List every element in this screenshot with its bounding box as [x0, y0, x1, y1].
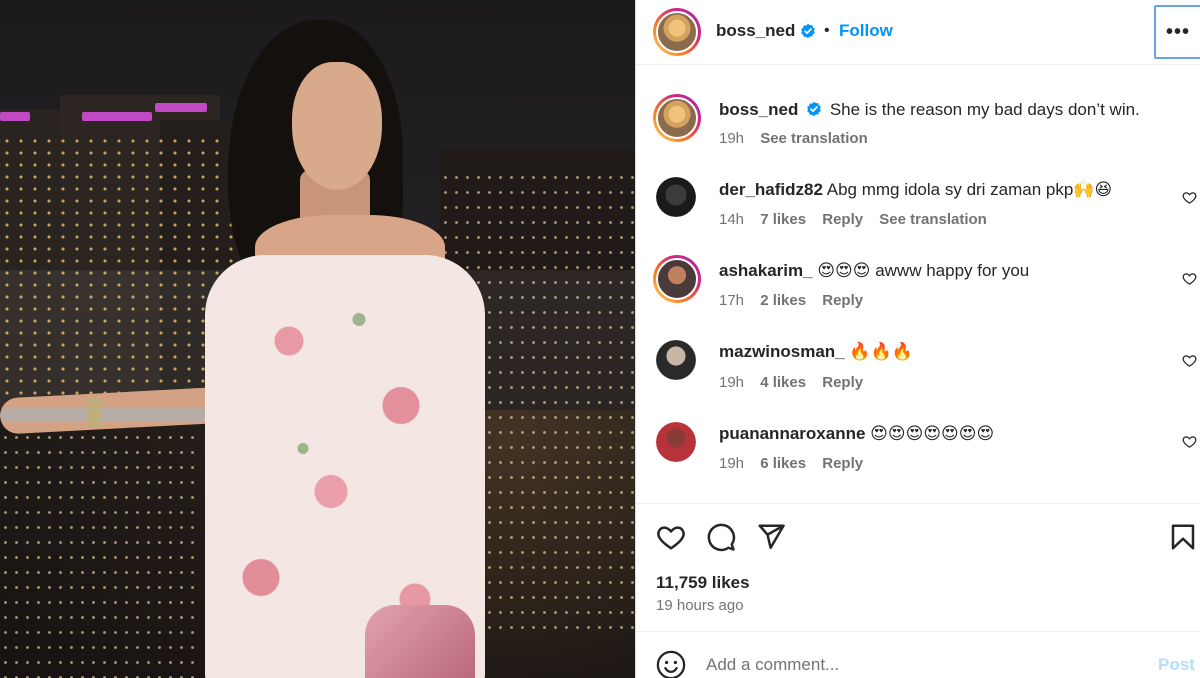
face — [292, 62, 382, 190]
post-side-panel: boss_ned • Follow ••• boss_ned She is th… — [635, 0, 1200, 678]
comment-line: puanannaroxanne 😍😍😍😍😍😍😍 — [719, 424, 994, 444]
more-options-label: ••• — [1165, 20, 1190, 43]
verified-badge-icon — [801, 23, 815, 39]
comment-text: 😍😍😍😍😍😍😍 — [870, 424, 995, 443]
comment-line: ashakarim_ 😍😍😍 awww happy for you — [719, 261, 1029, 281]
comment-like-heart-icon[interactable] — [1182, 271, 1197, 286]
post-time[interactable]: 19 hours ago — [656, 597, 744, 614]
comment-line: der_hafidz82 Abg mmg idola sy dri zaman … — [719, 180, 1112, 200]
separator-dot: • — [824, 22, 830, 39]
comment-meta: 19h 6 likes Reply — [719, 455, 875, 472]
comment-likes[interactable]: 7 likes — [760, 211, 806, 228]
comment-time[interactable]: 19h — [719, 455, 744, 472]
comment-username[interactable]: ashakarim_ — [719, 261, 813, 280]
neon-sign — [0, 112, 30, 121]
comment-time[interactable]: 19h — [719, 374, 744, 391]
likes-count[interactable]: 11,759 likes — [656, 573, 750, 593]
comment-text: 😍😍😍 awww happy for you — [817, 261, 1030, 280]
author-avatar[interactable] — [653, 8, 701, 56]
comment-like-heart-icon[interactable] — [1182, 353, 1197, 368]
reply-button[interactable]: Reply — [822, 374, 863, 391]
commenter-avatar[interactable] — [656, 422, 696, 462]
comment-time[interactable]: 17h — [719, 292, 744, 309]
comment-meta: 14h 7 likes Reply See translation — [719, 211, 999, 228]
post-photo[interactable] — [0, 0, 635, 678]
comment-username[interactable]: mazwinosman_ — [719, 342, 845, 361]
commenter-avatar[interactable] — [656, 177, 696, 217]
caption-meta: 19h See translation — [719, 130, 880, 147]
comment-likes[interactable]: 4 likes — [760, 374, 806, 391]
commenter-avatar[interactable] — [656, 340, 696, 380]
see-translation-link[interactable]: See translation — [879, 211, 987, 228]
caption-avatar[interactable] — [653, 94, 701, 142]
comment-time[interactable]: 14h — [719, 211, 744, 228]
comment-input[interactable] — [706, 653, 1126, 677]
comment-likes[interactable]: 2 likes — [760, 292, 806, 309]
commenter-avatar[interactable] — [653, 255, 701, 303]
reply-button[interactable]: Reply — [822, 211, 863, 228]
neon-sign — [155, 103, 207, 112]
share-icon[interactable] — [756, 522, 786, 552]
neon-sign — [82, 112, 152, 121]
more-options-icon[interactable]: ••• — [1154, 5, 1200, 59]
comment-username[interactable]: puanannaroxanne — [719, 424, 865, 443]
reply-button[interactable]: Reply — [822, 292, 863, 309]
follow-button[interactable]: Follow — [839, 21, 893, 41]
comment-text: 🔥🔥🔥 — [849, 342, 913, 361]
comments-list: boss_ned She is the reason my bad days d… — [636, 66, 1200, 502]
verified-badge-icon — [807, 101, 821, 117]
comment-composer: Post — [636, 631, 1200, 678]
post-header: boss_ned • Follow ••• — [636, 0, 1200, 65]
author-username[interactable]: boss_ned — [716, 21, 795, 41]
heart-icon[interactable] — [656, 522, 686, 552]
caption-line: boss_ned She is the reason my bad days d… — [719, 100, 1140, 120]
comment-meta: 17h 2 likes Reply — [719, 292, 875, 309]
comment-like-heart-icon[interactable] — [1182, 434, 1197, 449]
bookmark-icon[interactable] — [1168, 522, 1198, 552]
bracelet — [88, 398, 102, 428]
comment-likes[interactable]: 6 likes — [760, 455, 806, 472]
caption-time[interactable]: 19h — [719, 130, 744, 147]
comment-username[interactable]: der_hafidz82 — [719, 180, 823, 199]
comment-text: Abg mmg idola sy dri zaman pkp🙌😆 — [826, 180, 1113, 199]
comment-icon[interactable] — [706, 522, 736, 552]
caption-username[interactable]: boss_ned — [719, 100, 798, 119]
comment-line: mazwinosman_ 🔥🔥🔥 — [719, 342, 913, 362]
pink-handbag — [365, 605, 475, 678]
post-button[interactable]: Post — [1158, 655, 1195, 675]
emoji-icon[interactable] — [656, 650, 686, 678]
comment-like-heart-icon[interactable] — [1182, 190, 1197, 205]
comment-meta: 19h 4 likes Reply — [719, 374, 875, 391]
caption-text: She is the reason my bad days don’t win. — [829, 100, 1140, 119]
post-actions: 11,759 likes 19 hours ago — [636, 503, 1200, 631]
reply-button[interactable]: Reply — [822, 455, 863, 472]
see-translation-link[interactable]: See translation — [760, 130, 868, 147]
